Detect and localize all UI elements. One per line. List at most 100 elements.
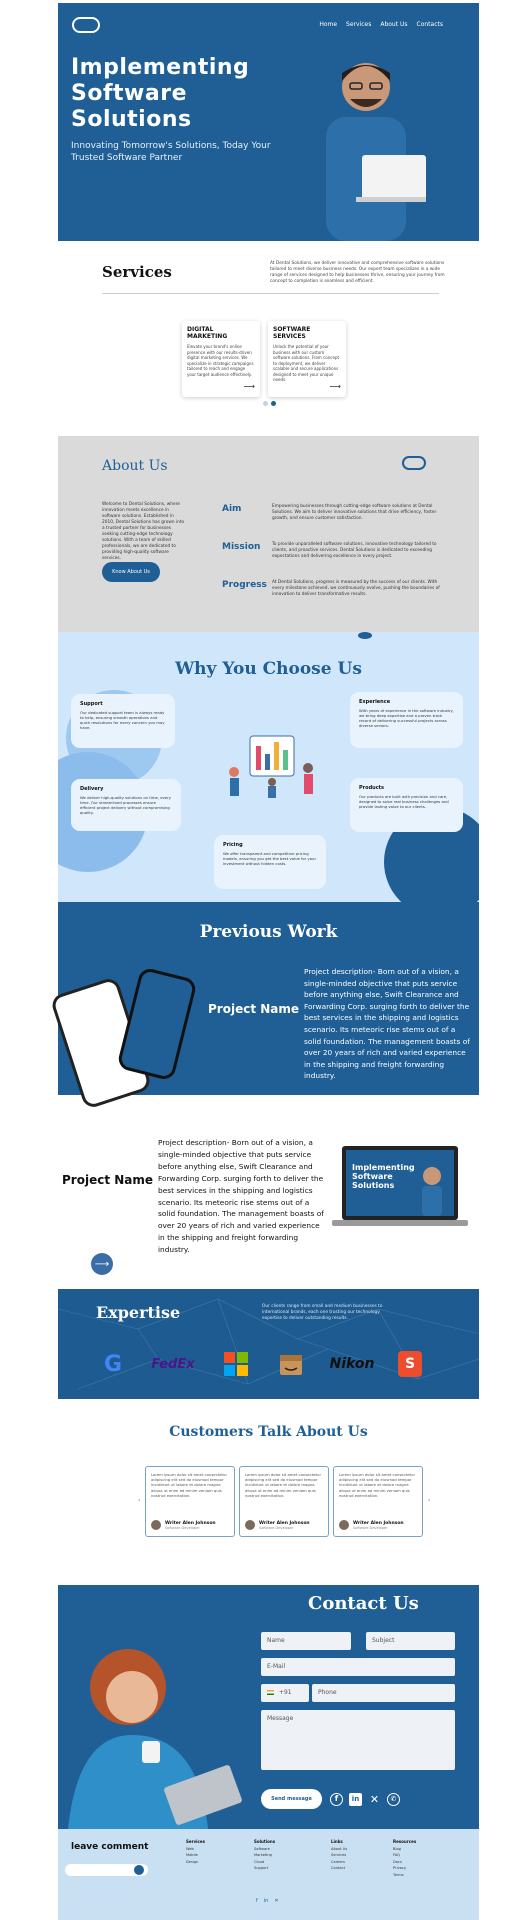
nav-contacts[interactable]: Contacts: [417, 21, 443, 28]
whatsapp-icon[interactable]: ✆: [387, 1793, 400, 1806]
why-card-text: We offer transparent and competitive pri…: [223, 851, 317, 866]
why-choose-section: Why You Choose Us Support Our dedicated …: [58, 632, 479, 902]
hero-title: Implementing Software Solutions: [71, 55, 250, 132]
main-nav: Home Services About Us Contacts: [319, 21, 443, 28]
subject-input[interactable]: Subject: [366, 1632, 455, 1650]
nav-about[interactable]: About Us: [380, 21, 407, 28]
why-card-products: Products Our products are built with pre…: [350, 778, 463, 832]
footer-link[interactable]: Privacy: [393, 1865, 416, 1872]
project-name: Project Name: [208, 1002, 300, 1016]
footer-link[interactable]: Blog: [393, 1846, 416, 1853]
service-card-digital-marketing[interactable]: DIGITAL MARKETING Elevate your brand's o…: [182, 321, 260, 397]
google-logo: G: [103, 1351, 123, 1377]
email-input[interactable]: E-Mail: [261, 1658, 455, 1676]
footer-column-title: Services: [186, 1839, 206, 1844]
footer-link[interactable]: Design: [186, 1859, 205, 1866]
flag-icon: [267, 1690, 274, 1695]
testimonial-author: Writer Alen Johnson Software Developer: [339, 1520, 404, 1530]
service-card-title: SOFTWARE SERVICES: [273, 326, 311, 340]
facebook-icon[interactable]: f: [330, 1793, 343, 1806]
author-name: Writer Alen Johnson: [353, 1520, 404, 1526]
why-card-text: We deliver high-quality solutions on tim…: [80, 795, 172, 815]
expertise-description: Our clients range from small and medium …: [262, 1304, 383, 1321]
why-card-text: Our products are built with precision an…: [359, 794, 449, 809]
project-description: Project description- Born out of a visio…: [304, 967, 470, 1081]
x-icon[interactable]: ✕: [368, 1793, 381, 1806]
footer-column-title: Links: [331, 1839, 343, 1844]
why-card-pricing: Pricing We offer transparent and competi…: [214, 835, 326, 889]
phone-mockup: [116, 966, 198, 1082]
testimonial-text: Lorem ipsum dolor sit amet consectetur a…: [151, 1472, 228, 1498]
testimonial-card: Lorem ipsum dolor sit amet consectetur a…: [239, 1466, 329, 1537]
services-title: Services: [102, 263, 172, 281]
footer-link[interactable]: Marketing: [254, 1852, 275, 1859]
country-code-select[interactable]: +91: [261, 1684, 309, 1702]
shopee-logo: S: [398, 1351, 422, 1377]
about-section: About Us Welcome to Dental Solutions, wh…: [58, 436, 479, 632]
footer-link[interactable]: Contact: [331, 1865, 347, 1872]
message-textarea[interactable]: Message: [261, 1710, 455, 1770]
name-input[interactable]: Name: [261, 1632, 351, 1650]
services-description: At Dental Solutions, we deliver innovati…: [270, 261, 445, 284]
footer-link[interactable]: Services: [331, 1852, 347, 1859]
footer-link[interactable]: Cloud: [254, 1859, 275, 1866]
country-code: +91: [278, 1689, 292, 1696]
footer-link[interactable]: Terms: [393, 1872, 416, 1879]
footer-social: f in ✕: [256, 1898, 279, 1904]
why-card-title: Experience: [359, 699, 391, 705]
chevron-left-icon[interactable]: ‹: [138, 1497, 140, 1504]
x-icon[interactable]: ✕: [274, 1898, 278, 1904]
team-illustration: [229, 735, 313, 798]
footer-link[interactable]: Mobile: [186, 1852, 205, 1859]
service-card-title: DIGITAL MARKETING: [187, 326, 228, 340]
footer-link[interactable]: Careers: [331, 1859, 347, 1866]
svg-text:Implementing: Implementing: [352, 1163, 415, 1172]
company-logo[interactable]: [72, 17, 100, 33]
laptop-mockup: Implementing Software Solutions: [332, 1146, 468, 1226]
footer-link[interactable]: FAQ: [393, 1852, 416, 1859]
testimonials-title: Customers Talk About Us: [169, 1424, 368, 1440]
hero-tagline: Innovating Tomorrow's Solutions, Today Y…: [71, 141, 271, 163]
arrow-right-icon[interactable]: ⟶: [330, 382, 341, 391]
microsoft-logo: [224, 1352, 248, 1376]
expertise-title: Expertise: [96, 1303, 181, 1322]
phone-input[interactable]: Phone: [312, 1684, 455, 1702]
testimonial-card: Lorem ipsum dolor sit amet consectetur a…: [145, 1466, 235, 1537]
avatar: [245, 1520, 255, 1530]
company-logo: [402, 456, 426, 470]
carousel-dot[interactable]: [263, 401, 268, 406]
facebook-icon[interactable]: f: [256, 1898, 258, 1904]
nav-services[interactable]: Services: [346, 21, 371, 28]
decorative-bubble: [358, 632, 372, 639]
why-card-delivery: Delivery We deliver high-quality solutio…: [71, 779, 181, 831]
service-card-software-services[interactable]: SOFTWARE SERVICES Unlock the potential o…: [268, 321, 346, 397]
footer-link[interactable]: Software: [254, 1846, 275, 1853]
linkedin-icon[interactable]: in: [264, 1898, 269, 1904]
footer-link[interactable]: About Us: [331, 1846, 347, 1853]
expertise-section: Expertise Our clients range from small a…: [58, 1289, 479, 1399]
avatar: [339, 1520, 349, 1530]
nikon-logo: Nikon: [329, 1356, 375, 1372]
linkedin-icon[interactable]: in: [349, 1793, 362, 1806]
footer-link[interactable]: Docs: [393, 1859, 416, 1866]
why-card-support: Support Our dedicated support team is al…: [71, 694, 175, 748]
footer-column: Solutions Software Marketing Cloud Suppo…: [254, 1839, 275, 1872]
previous-work-section: Previous Work Project Name Project descr…: [49, 902, 479, 1110]
why-card-title: Pricing: [223, 842, 243, 848]
footer-link[interactable]: Web: [186, 1846, 205, 1853]
comment-send-button[interactable]: [134, 1865, 144, 1875]
send-message-button[interactable]: Send message: [261, 1789, 322, 1809]
next-project-button[interactable]: ⟶: [91, 1253, 113, 1275]
service-card-text: Unlock the potential of your business wi…: [273, 344, 340, 382]
why-card-title: Support: [80, 701, 103, 707]
carousel-dot-active[interactable]: [271, 401, 276, 406]
nav-home[interactable]: Home: [319, 21, 337, 28]
chevron-right-icon[interactable]: ›: [428, 1497, 430, 1504]
know-about-us-button[interactable]: Know About Us: [102, 562, 160, 582]
footer-link[interactable]: Support: [254, 1865, 275, 1872]
footer-column: Links About Us Services Careers Contact: [331, 1839, 347, 1872]
author-name: Writer Alen Johnson: [165, 1520, 216, 1526]
arrow-right-icon[interactable]: ⟶: [244, 382, 255, 391]
amazon-box-logo: [280, 1355, 302, 1375]
why-card-title: Delivery: [80, 786, 104, 792]
